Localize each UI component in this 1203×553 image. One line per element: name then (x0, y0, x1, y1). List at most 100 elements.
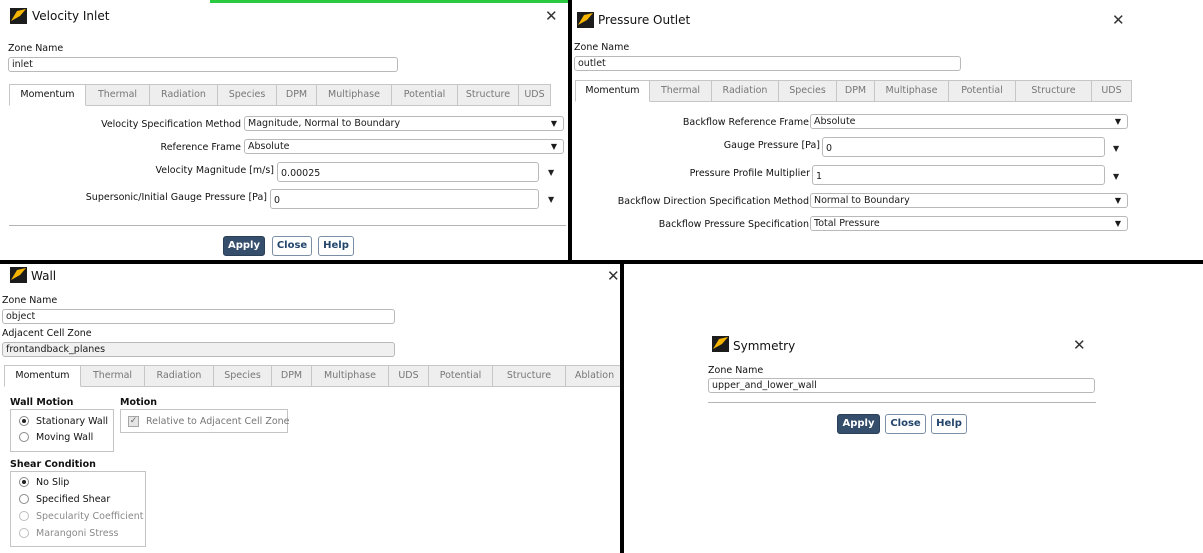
chevron-down-icon[interactable]: ▼ (1113, 172, 1119, 181)
tab-species[interactable]: Species (779, 80, 837, 102)
tab-thermal[interactable]: Thermal (81, 365, 145, 387)
separator (708, 402, 1096, 403)
close-button[interactable]: Close (272, 236, 312, 256)
marangoni-stress-label: Marangoni Stress (36, 528, 119, 539)
backflow-dir-value: Normal to Boundary (814, 195, 910, 206)
tab-radiation[interactable]: Radiation (712, 80, 779, 102)
chevron-down-icon[interactable]: ▼ (548, 168, 554, 177)
chevron-down-icon[interactable]: ▼ (1113, 144, 1119, 153)
tab-structure[interactable]: Structure (458, 84, 519, 106)
specularity-coefficient-radio (19, 511, 29, 521)
wall-dialog: Wall ✕ Zone Name object Adjacent Cell Zo… (0, 264, 624, 553)
title-bar[interactable]: Velocity Inlet ✕ (0, 0, 568, 28)
no-slip-label: No Slip (36, 477, 70, 488)
backflow-pressure-value: Total Pressure (814, 218, 880, 229)
tab-species[interactable]: Species (218, 84, 277, 106)
chevron-down-icon: ▼ (1114, 117, 1121, 126)
tab-potential[interactable]: Potential (392, 84, 458, 106)
dialog-title: Velocity Inlet (32, 9, 110, 23)
close-icon[interactable]: ✕ (1112, 13, 1125, 28)
tab-radiation[interactable]: Radiation (145, 365, 214, 387)
backflow-dir-label: Backflow Direction Specification Method (617, 196, 809, 207)
tab-uds[interactable]: UDS (389, 365, 429, 387)
velocity-magnitude-input[interactable]: 0.00025 (277, 162, 539, 182)
velocity-spec-dropdown[interactable]: Magnitude, Normal to Boundary ▼ (244, 116, 564, 131)
title-bar[interactable]: Symmetry ✕ (705, 328, 1098, 356)
zone-name-input[interactable]: object (2, 309, 395, 324)
relative-label: Relative to Adjacent Cell Zone (146, 416, 290, 427)
profile-multiplier-label: Pressure Profile Multiplier (689, 168, 810, 179)
specified-shear-label: Specified Shear (36, 494, 111, 505)
gauge-pressure-input[interactable]: 0 (270, 189, 539, 209)
tab-radiation[interactable]: Radiation (150, 84, 218, 106)
chevron-down-icon[interactable]: ▼ (548, 195, 554, 204)
specified-shear-radio[interactable] (19, 494, 29, 504)
close-button[interactable]: Close (885, 414, 926, 434)
velocity-inlet-dialog: Velocity Inlet ✕ Zone Name inlet Momentu… (0, 0, 568, 262)
zone-name-input[interactable]: inlet (8, 57, 398, 72)
tab-potential[interactable]: Potential (429, 365, 493, 387)
moving-wall-radio[interactable] (19, 432, 29, 442)
title-bar[interactable]: Wall ✕ (0, 264, 624, 292)
tab-ablation[interactable]: Ablation (566, 365, 624, 387)
apply-button[interactable]: Apply (223, 236, 265, 256)
tab-multiphase[interactable]: Multiphase (312, 365, 389, 387)
tab-momentum[interactable]: Momentum (575, 80, 650, 102)
velocity-magnitude-label: Velocity Magnitude [m/s] (155, 165, 274, 176)
tab-multiphase[interactable]: Multiphase (317, 84, 392, 106)
tab-momentum[interactable]: Momentum (9, 84, 86, 106)
profile-multiplier-input[interactable]: 1 (812, 165, 1105, 185)
zone-name-label: Zone Name (708, 365, 764, 376)
backflow-ref-label: Backflow Reference Frame (682, 117, 809, 128)
ansys-logo-icon (577, 12, 594, 28)
velocity-spec-value: Magnitude, Normal to Boundary (248, 118, 401, 129)
apply-button[interactable]: Apply (837, 414, 880, 434)
shear-condition-heading: Shear Condition (10, 459, 96, 470)
tab-thermal[interactable]: Thermal (86, 84, 150, 106)
zone-name-label: Zone Name (2, 295, 58, 306)
no-slip-radio[interactable] (19, 477, 29, 487)
title-bar[interactable]: Pressure Outlet ✕ (572, 0, 1142, 28)
tab-multiphase[interactable]: Multiphase (875, 80, 949, 102)
backflow-ref-dropdown[interactable]: Absolute ▼ (810, 114, 1128, 129)
close-icon[interactable]: ✕ (545, 9, 558, 24)
tab-momentum[interactable]: Momentum (4, 365, 81, 387)
tab-dpm[interactable]: DPM (272, 365, 312, 387)
tab-bar: Momentum Thermal Radiation Species DPM M… (575, 80, 1132, 102)
chevron-down-icon: ▼ (550, 119, 557, 128)
tab-bar: Momentum Thermal Radiation Species DPM M… (9, 84, 551, 106)
zone-name-input[interactable]: upper_and_lower_wall (708, 378, 1095, 393)
zone-name-input[interactable]: outlet (574, 56, 961, 71)
help-button[interactable]: Help (931, 414, 967, 434)
tab-uds[interactable]: UDS (1092, 80, 1132, 102)
close-icon[interactable]: ✕ (1073, 338, 1086, 353)
help-button[interactable]: Help (318, 236, 354, 256)
relative-checkbox[interactable]: ✓ (128, 416, 139, 427)
accent-line (210, 0, 568, 3)
close-icon[interactable]: ✕ (607, 269, 620, 284)
adjacent-cell-zone-field: frontandback_planes (2, 342, 395, 357)
radio-selected-dot (22, 480, 26, 484)
reference-frame-value: Absolute (248, 141, 290, 152)
tab-potential[interactable]: Potential (949, 80, 1016, 102)
tab-uds[interactable]: UDS (519, 84, 551, 106)
backflow-ref-value: Absolute (814, 116, 856, 127)
gauge-pressure-input[interactable]: 0 (822, 137, 1105, 157)
tab-species[interactable]: Species (214, 365, 272, 387)
tab-dpm[interactable]: DPM (277, 84, 317, 106)
stationary-wall-radio[interactable] (19, 416, 29, 426)
reference-frame-dropdown[interactable]: Absolute ▼ (244, 139, 564, 154)
tab-dpm[interactable]: DPM (837, 80, 875, 102)
gauge-pressure-label: Supersonic/Initial Gauge Pressure [Pa] (85, 192, 267, 203)
tab-thermal[interactable]: Thermal (650, 80, 712, 102)
backflow-pressure-dropdown[interactable]: Total Pressure ▼ (810, 216, 1128, 231)
backflow-dir-dropdown[interactable]: Normal to Boundary ▼ (810, 193, 1128, 208)
tab-structure[interactable]: Structure (1016, 80, 1092, 102)
chevron-down-icon: ▼ (1114, 196, 1121, 205)
ansys-logo-icon (10, 8, 27, 24)
motion-heading: Motion (120, 397, 158, 408)
adjacent-cell-zone-label: Adjacent Cell Zone (2, 328, 92, 339)
separator (9, 225, 566, 226)
dialog-title: Pressure Outlet (598, 13, 691, 27)
tab-structure[interactable]: Structure (493, 365, 566, 387)
